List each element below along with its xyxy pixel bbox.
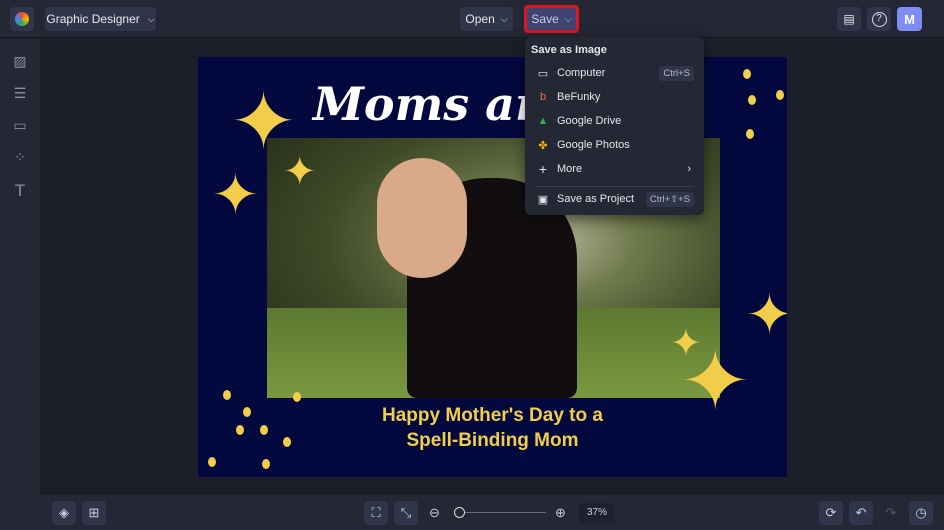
chevron-down-icon: ⌵	[147, 13, 155, 24]
refresh-icon: ⟳	[825, 505, 837, 520]
menu-item-save-as-project[interactable]: ▣ Save as Project Ctrl+⇧+S	[525, 187, 704, 211]
avatar[interactable]: M	[897, 7, 922, 31]
sparkle-icon: ✦	[283, 150, 317, 194]
zoom-in-icon[interactable]: ⊕	[555, 505, 566, 521]
menu-heading: Save as Image	[531, 44, 607, 56]
zoom-slider[interactable]	[453, 507, 546, 518]
layout-icon[interactable]: ▭	[11, 117, 29, 135]
zoom-slider-thumb[interactable]	[453, 507, 465, 518]
left-toolbar: ▨ ☰ ▭ ⁘ T	[0, 39, 40, 495]
layers-icon: ◈	[59, 505, 69, 520]
befunky-logo-icon	[15, 12, 29, 26]
app-logo[interactable]	[10, 7, 34, 31]
confetti-dot	[223, 390, 231, 400]
save-button[interactable]: Save ⌵	[524, 5, 579, 33]
menu-item-computer[interactable]: ▭ Computer Ctrl+S	[525, 61, 704, 85]
chevron-down-icon: ⌵	[500, 13, 508, 24]
top-bar: Graphic Designer ⌵ Open ⌵ Save ⌵ ▤ ? M	[0, 0, 944, 38]
sparkle-icon: ✦	[212, 163, 259, 226]
confetti-dot	[743, 69, 751, 79]
menu-item-befunky[interactable]: b BeFunky	[525, 85, 704, 109]
app-switcher-dropdown[interactable]: Graphic Designer ⌵	[45, 7, 156, 31]
zoom-percent[interactable]: 37%	[579, 503, 615, 523]
google-photos-icon: ✤	[538, 139, 548, 152]
befunky-icon: b	[539, 91, 547, 103]
graphics-icon[interactable]: ⁘	[11, 149, 29, 167]
zoom-out-icon[interactable]: ⊖	[429, 505, 440, 521]
sparkle-icon: ✦	[680, 334, 751, 428]
confetti-dot	[748, 95, 756, 105]
refresh-button[interactable]: ⟳	[819, 501, 843, 525]
undo-icon: ↶	[855, 505, 867, 520]
fit-to-screen-button[interactable]: ⛶	[364, 501, 388, 525]
confetti-dot	[283, 437, 291, 447]
image-icon[interactable]: ▨	[11, 53, 29, 71]
bottom-toolbar: ◈ ⊞ ⛶ ⤡ ⊖ ⊕ 37% ⟳ ↶ ↷ ◷	[0, 495, 944, 530]
confetti-dot	[208, 457, 216, 467]
confetti-dot	[776, 90, 784, 100]
photo-baby	[377, 158, 467, 278]
help-button[interactable]: ?	[867, 7, 891, 31]
expand-icon: ⛶	[371, 505, 381, 520]
google-drive-icon: ▲	[537, 115, 549, 127]
menu-item-google-photos[interactable]: ✤ Google Photos	[525, 133, 704, 157]
layers-button[interactable]: ◈	[52, 501, 76, 525]
confetti-dot	[746, 129, 754, 139]
save-dropdown-menu: Save as Image ▭ Computer Ctrl+S b BeFunky ▲…	[525, 37, 704, 215]
chevron-down-icon: ⌵	[564, 13, 572, 24]
help-icon: ?	[871, 11, 887, 27]
history-icon: ◷	[915, 505, 927, 520]
redo-icon: ↷	[885, 505, 897, 520]
grid-button[interactable]: ⊞	[82, 501, 106, 525]
adjust-sliders-icon[interactable]: ☰	[11, 85, 29, 103]
monitor-icon: ▭	[537, 67, 549, 80]
chevron-right-icon: ›	[687, 163, 691, 175]
comment-icon: ▤	[843, 12, 855, 26]
undo-button[interactable]: ↶	[849, 501, 873, 525]
history-button[interactable]: ◷	[909, 501, 933, 525]
open-button[interactable]: Open ⌵	[460, 7, 513, 31]
confetti-dot	[293, 392, 301, 402]
comments-button[interactable]: ▤	[837, 7, 861, 31]
collapse-icon: ⤡	[400, 505, 412, 520]
confetti-dot	[243, 407, 251, 417]
grid-icon: ⊞	[88, 505, 100, 520]
menu-item-more[interactable]: + More ›	[525, 157, 704, 181]
text-icon[interactable]: T	[11, 181, 29, 200]
confetti-dot	[260, 425, 268, 435]
sparkle-icon: ✦	[746, 283, 787, 346]
redo-button[interactable]: ↷	[879, 501, 903, 525]
actual-size-button[interactable]: ⤡	[394, 501, 418, 525]
confetti-dot	[262, 459, 270, 469]
plus-icon: +	[538, 161, 548, 177]
menu-item-google-drive[interactable]: ▲ Google Drive	[525, 109, 704, 133]
confetti-dot	[236, 425, 244, 435]
briefcase-icon: ▣	[537, 193, 549, 206]
